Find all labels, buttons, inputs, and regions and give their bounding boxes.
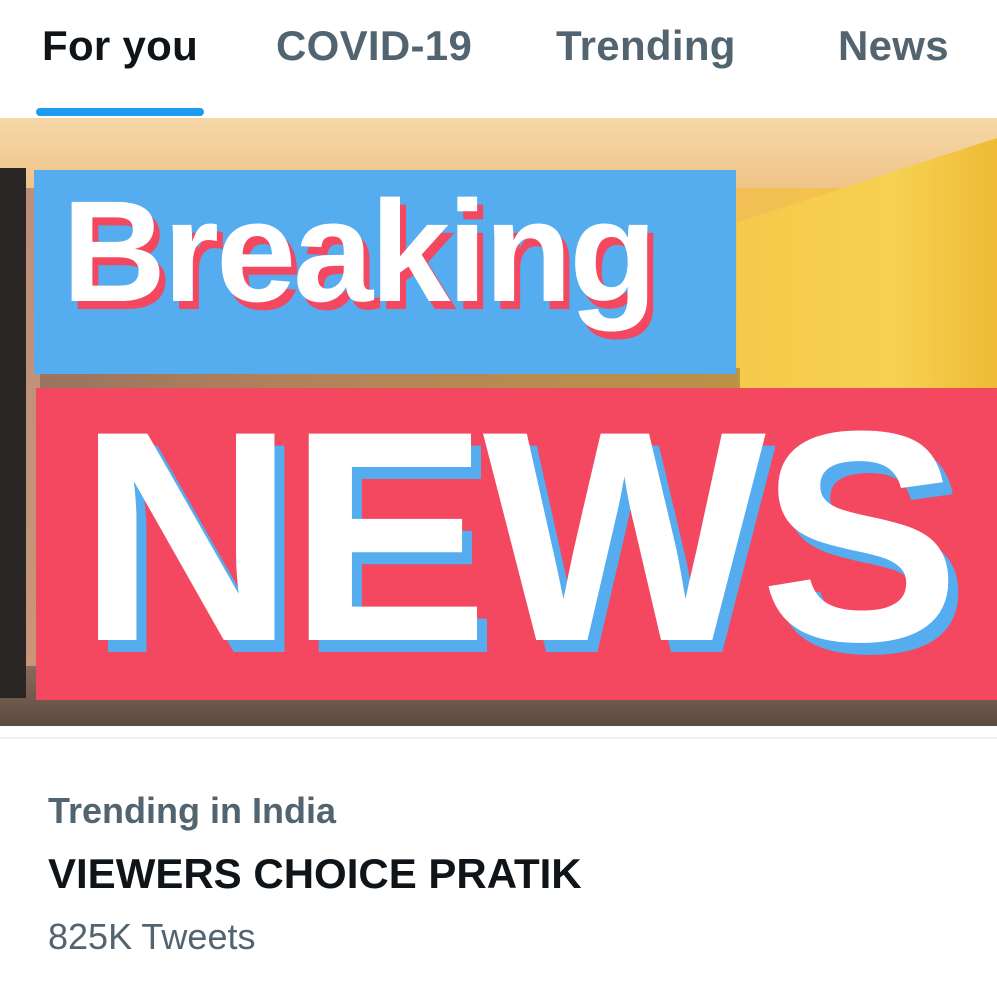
top-tab-bar: For you COVID-19 Trending News <box>0 0 997 118</box>
trend-tweet-count: 825K Tweets <box>48 916 256 957</box>
hero-image[interactable]: Breaking NEWS <box>0 118 997 726</box>
tab-covid-19[interactable]: COVID-19 <box>276 22 472 70</box>
hero-bg-pillar <box>0 168 26 698</box>
tab-for-you[interactable]: For you <box>42 22 198 70</box>
trend-context: Trending in India <box>48 790 336 831</box>
active-tab-indicator <box>36 108 204 116</box>
news-headline: NEWS <box>78 368 960 704</box>
breaking-headline: Breaking <box>62 171 657 332</box>
tab-trending[interactable]: Trending <box>556 22 736 70</box>
tab-news[interactable]: News <box>838 22 949 70</box>
section-divider <box>0 737 997 739</box>
trend-title[interactable]: VIEWERS CHOICE PRATIK <box>48 850 582 898</box>
